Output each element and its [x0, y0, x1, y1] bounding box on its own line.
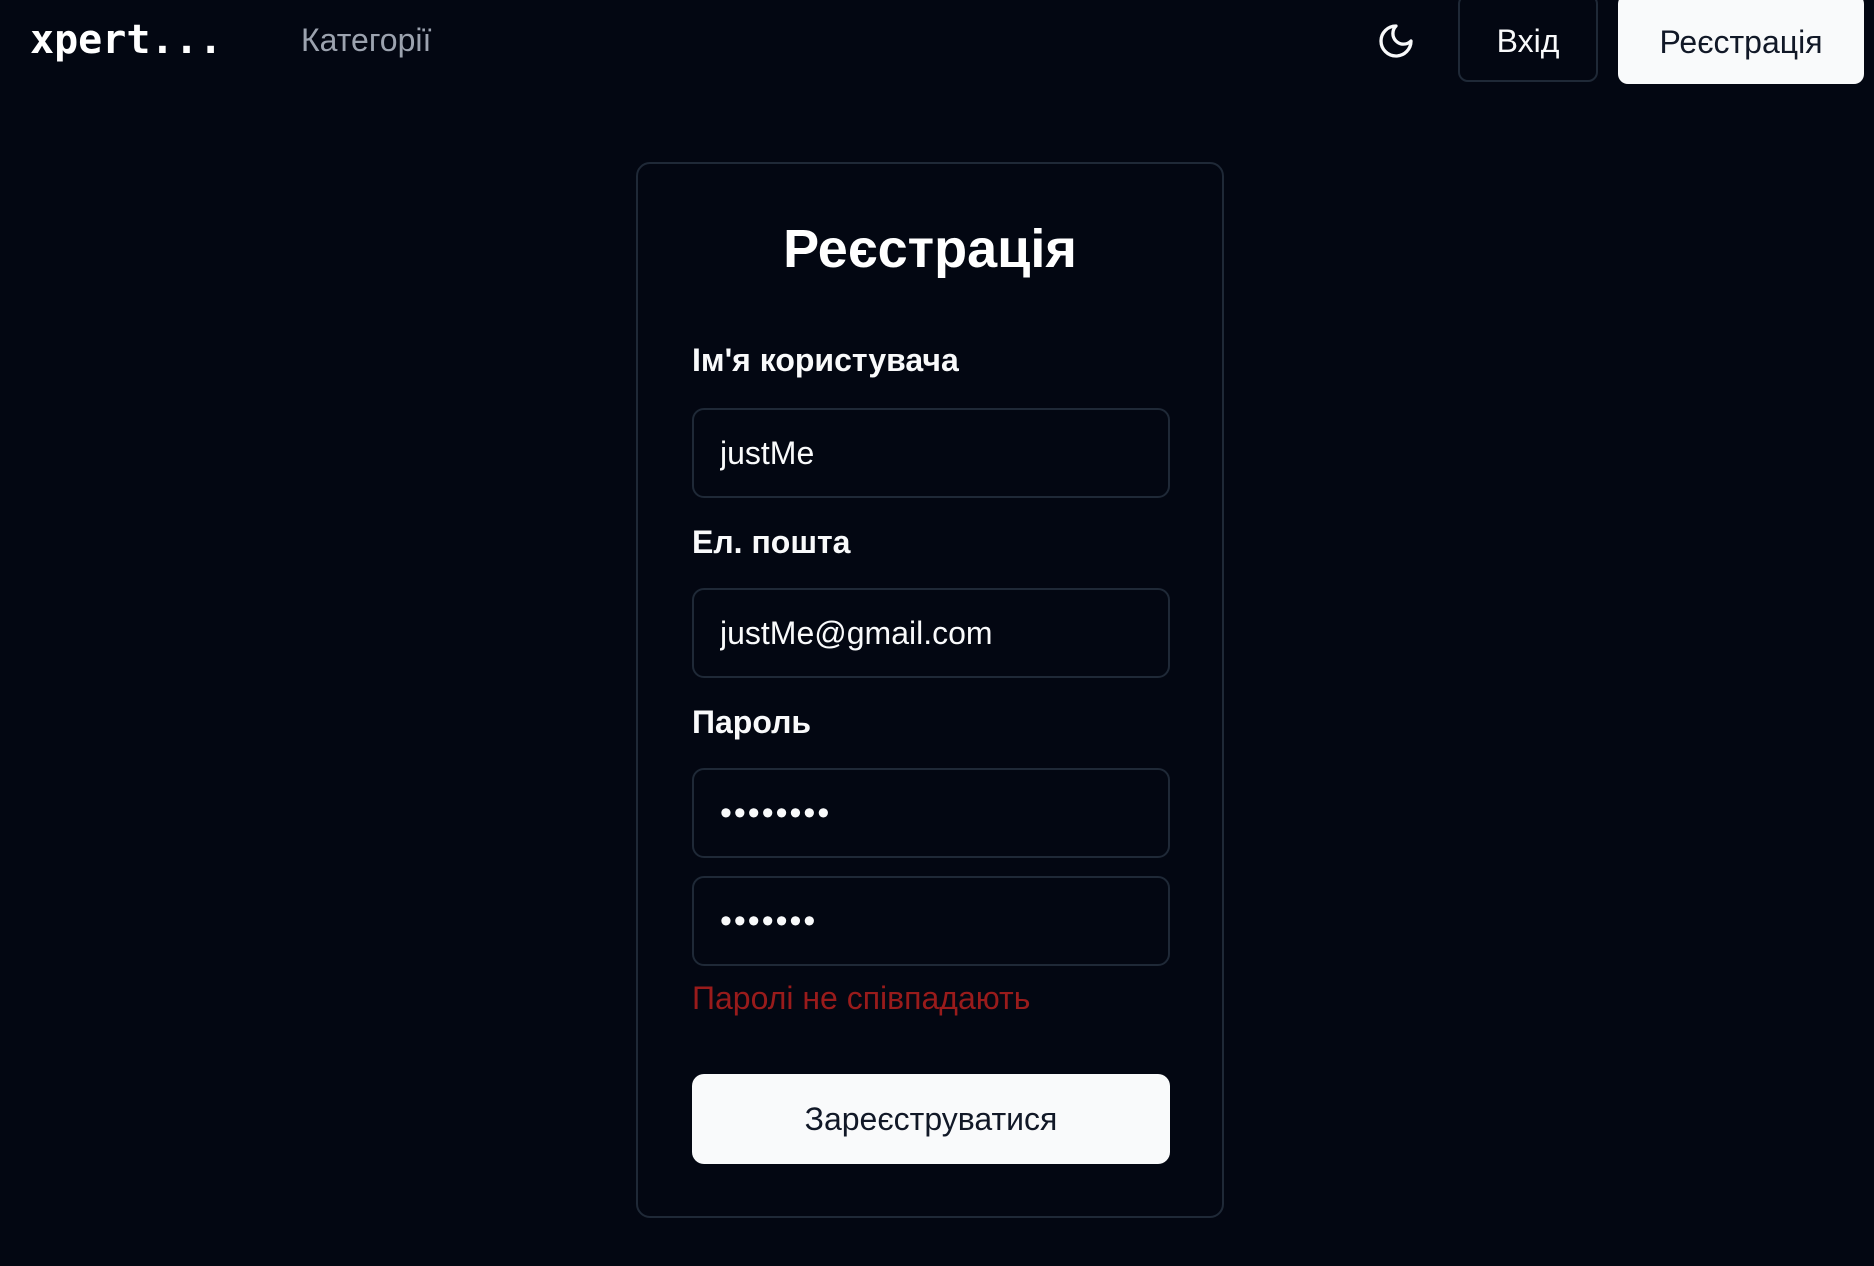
submit-register-button[interactable]: Зареєструватися	[692, 1074, 1170, 1164]
password-mismatch-error: Паролі не співпадають	[692, 980, 1031, 1016]
register-nav-button[interactable]: Реєстрація	[1618, 0, 1864, 84]
registration-card: Реєстрація Ім'я користувача Ел. пошта Па…	[636, 162, 1224, 1218]
site-logo[interactable]: xpert...	[30, 12, 223, 68]
nav-link-categories[interactable]: Категорії	[301, 18, 431, 62]
password-input[interactable]	[692, 768, 1170, 858]
email-input[interactable]	[692, 588, 1170, 678]
username-label: Ім'я користувача	[692, 342, 959, 378]
top-navbar: xpert... Категорії Вхід Реєстрація	[0, 0, 1874, 84]
password-label: Пароль	[692, 704, 812, 740]
registration-page: xpert... Категорії Вхід Реєстрація Реєст…	[0, 0, 1874, 1266]
form-title: Реєстрація	[783, 219, 1077, 279]
theme-toggle-button[interactable]	[1370, 15, 1422, 67]
email-label: Ел. пошта	[692, 524, 851, 560]
login-button[interactable]: Вхід	[1458, 0, 1598, 82]
password-confirm-input[interactable]	[692, 876, 1170, 966]
username-input[interactable]	[692, 408, 1170, 498]
moon-icon	[1379, 24, 1413, 58]
